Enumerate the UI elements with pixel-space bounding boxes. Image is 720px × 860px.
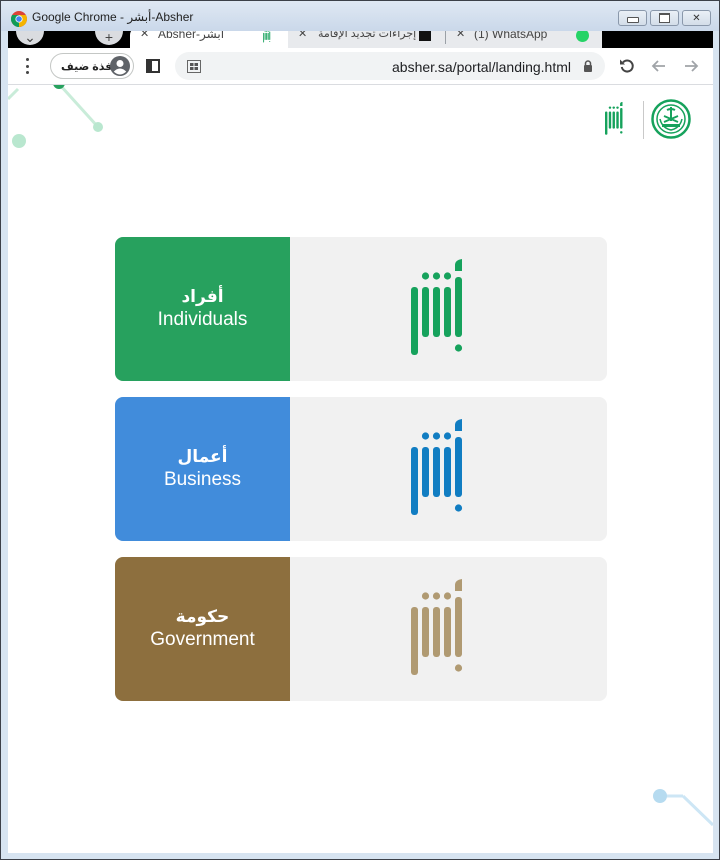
card-title-en: Individuals	[157, 309, 248, 330]
tab-residency-renewal[interactable]: ✕ إجراءات تجديد الإقامة	[288, 31, 443, 48]
new-tab-button[interactable]: +	[95, 31, 123, 45]
forward-arrow-icon[interactable]	[682, 57, 700, 75]
title-bar: Google Chrome - أبشر-Absher ✕	[1, 1, 719, 31]
lock-icon[interactable]	[583, 60, 593, 72]
card-title-en: Business	[163, 469, 242, 490]
absher-logo-blue-icon	[411, 419, 481, 519]
chevron-down-icon: ⌄	[24, 31, 36, 45]
card-title-en: Government	[150, 629, 255, 650]
card-label-panel: أفراد Individuals	[115, 237, 290, 381]
plus-icon: +	[104, 31, 114, 45]
tab-label: إجراءات تجديد الإقامة	[318, 31, 417, 40]
header-logos	[605, 97, 695, 143]
tab-absher[interactable]: ✕ Absher-أبشر	[130, 31, 290, 48]
site-info-icon[interactable]	[187, 60, 201, 73]
tab-strip: ⌄ + ✕ Absher-أبشر ✕ إجراءات تجديد الإقام…	[8, 31, 713, 48]
tab-close-icon[interactable]: ✕	[140, 31, 149, 40]
absher-logo-gold-icon	[411, 579, 481, 679]
url-text[interactable]: absher.sa/portal/landing.html	[392, 59, 571, 75]
card-government[interactable]: حكومة Government	[115, 557, 607, 701]
browser-toolbar: نافذة ضيف absher.sa/portal/landing.html	[8, 48, 713, 85]
absher-brand-logo[interactable]	[605, 101, 629, 137]
tab-separator	[445, 31, 446, 44]
card-title-ar: أفراد	[181, 287, 224, 306]
card-label-panel: حكومة Government	[115, 557, 290, 701]
card-label-panel: أعمال Business	[115, 397, 290, 541]
maximize-button[interactable]	[650, 10, 679, 26]
whatsapp-icon	[576, 31, 589, 42]
card-individuals[interactable]: أفراد Individuals	[115, 237, 607, 381]
close-icon: ✕	[692, 12, 701, 24]
chrome-logo-icon	[11, 11, 27, 27]
browser-window: Google Chrome - أبشر-Absher ✕ ⌄ + ✕ Absh…	[0, 0, 720, 860]
reload-icon[interactable]	[618, 57, 636, 75]
card-title-ar: أعمال	[177, 447, 228, 466]
avatar-icon	[110, 56, 130, 76]
minimize-icon	[626, 17, 639, 23]
close-button[interactable]: ✕	[682, 10, 711, 26]
side-panel-icon[interactable]	[146, 59, 160, 73]
service-cards: أفراد Individuals أعمال Business حكومة G…	[115, 237, 607, 717]
absher-logo-icon	[262, 31, 274, 43]
tab-close-icon[interactable]: ✕	[298, 31, 307, 40]
minimize-button[interactable]	[618, 10, 647, 26]
window-title: Google Chrome - أبشر-Absher	[32, 10, 194, 24]
logo-divider	[643, 101, 644, 139]
tab-label: (1) WhatsApp	[474, 31, 548, 41]
absher-logo-green-icon	[411, 259, 481, 359]
back-arrow-icon[interactable]	[650, 57, 668, 75]
tab-whatsapp[interactable]: ✕ (1) WhatsApp	[448, 31, 602, 48]
tab-label: Absher-أبشر	[158, 31, 225, 41]
card-business[interactable]: أعمال Business	[115, 397, 607, 541]
address-bar[interactable]: absher.sa/portal/landing.html	[175, 52, 605, 80]
tab-search-button[interactable]: ⌄	[16, 31, 44, 45]
maximize-icon	[659, 13, 670, 23]
document-icon	[419, 31, 431, 41]
guest-profile-button[interactable]: نافذة ضيف	[50, 53, 134, 79]
tab-close-icon[interactable]: ✕	[456, 31, 465, 40]
tab-group-inactive: ✕ إجراءات تجديد الإقامة ✕ (1) WhatsApp	[288, 31, 602, 48]
menu-icon[interactable]	[24, 58, 30, 74]
card-title-ar: حكومة	[175, 607, 230, 626]
ministry-emblem-icon	[651, 99, 691, 139]
page-content: أفراد Individuals أعمال Business حكومة G…	[8, 85, 713, 853]
